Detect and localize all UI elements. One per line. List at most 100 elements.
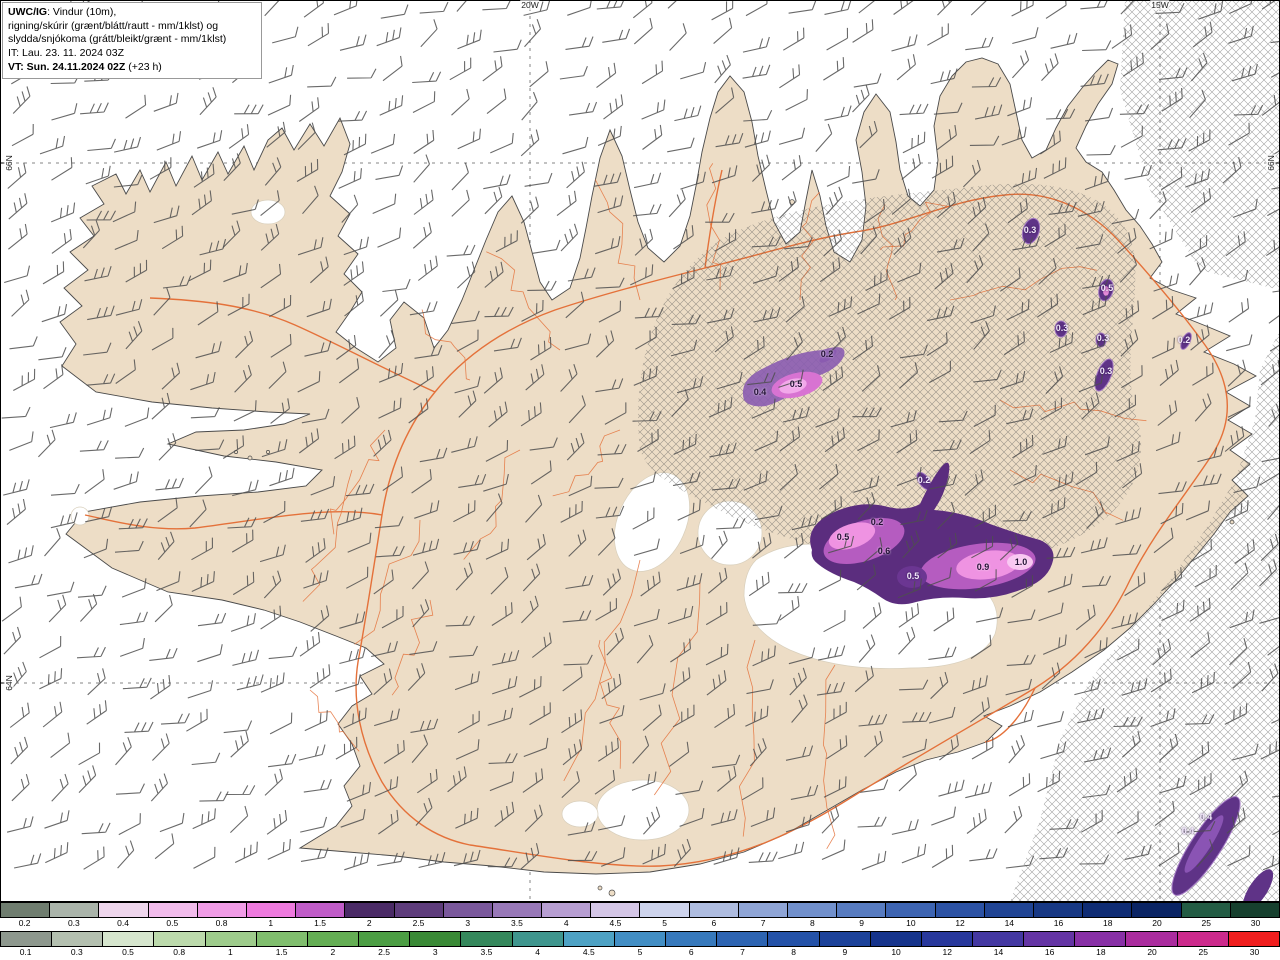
legend-swatch bbox=[984, 903, 1034, 917]
legend-swatch bbox=[666, 932, 718, 946]
legend-tick-label: 25 bbox=[1198, 947, 1208, 957]
legend-tick-label: 2.5 bbox=[412, 918, 425, 928]
precip-value-label: 0.5 bbox=[789, 379, 803, 389]
legend-tick-label: 1.5 bbox=[275, 947, 288, 957]
legend-swatch bbox=[788, 903, 838, 917]
precip-value-label: 0.5 bbox=[1100, 283, 1114, 293]
legend-swatch bbox=[591, 903, 641, 917]
legend-tick-label: 20 bbox=[1152, 918, 1162, 928]
legend-swatch bbox=[1126, 932, 1178, 946]
legend-swatch bbox=[1228, 932, 1279, 946]
legend-tick-label: 0.1 bbox=[19, 947, 32, 957]
title-line-3: slydda/snjókoma (grátt/bleikt/grænt - mm… bbox=[8, 33, 227, 46]
legend-swatch bbox=[768, 932, 820, 946]
legend-tick-label: 8 bbox=[810, 918, 815, 928]
legend-swatch bbox=[307, 932, 360, 946]
precip-value-label: 0.4 bbox=[1199, 812, 1213, 822]
legend-tick-label: 16 bbox=[1053, 918, 1064, 928]
precip-value-label: 0.5 bbox=[906, 571, 920, 581]
legend-swatch bbox=[52, 932, 104, 946]
legend-tick-label: 5 bbox=[662, 918, 668, 928]
precip-value-label: 1.0 bbox=[1014, 557, 1028, 567]
legend-tick-label: 30 bbox=[1250, 918, 1261, 928]
legend-tick-label: 1.5 bbox=[314, 918, 326, 928]
legend-tick-label: 18 bbox=[1103, 918, 1113, 928]
product-id: UWC/IG bbox=[8, 6, 48, 18]
legend-tick-label: 6 bbox=[688, 947, 694, 957]
glacier-drangajokull bbox=[250, 199, 286, 225]
legend-swatch bbox=[1033, 903, 1084, 917]
legend-swatch bbox=[345, 903, 395, 917]
legend-tick-label: 4 bbox=[535, 947, 540, 957]
legend-tick-label: 3 bbox=[432, 947, 438, 957]
precip-value-label: 0.5 bbox=[836, 532, 850, 542]
legend-tick-label: 5 bbox=[637, 947, 643, 957]
weather-chart-page: 20W 15W 66N 64N 66N 0.3 0.5 0.3 0.3 0.2 0.3 0.2 0.5… bbox=[0, 0, 1280, 960]
legend-swatch bbox=[972, 932, 1025, 946]
legend-swatch bbox=[461, 932, 513, 946]
precip-value-label: 0.2 bbox=[820, 349, 834, 359]
legend-tick-label: 18 bbox=[1096, 947, 1106, 957]
legend-tick-label: 12 bbox=[955, 918, 965, 928]
legend-swatch bbox=[1083, 903, 1133, 917]
legend-swatch bbox=[738, 903, 788, 917]
precip-value-label: 0.2 bbox=[870, 517, 884, 527]
legend-tick-label: 10 bbox=[891, 947, 901, 957]
legend-swatch bbox=[563, 932, 615, 946]
legend-tick-label: 0.5 bbox=[166, 918, 179, 928]
precip-value-label: 0.3 bbox=[1023, 225, 1037, 235]
precip-value-label: 0.9 bbox=[976, 562, 990, 572]
legend-swatch bbox=[837, 903, 887, 917]
iceland-weather-map bbox=[0, 0, 1280, 902]
legend-tick-label: 0.8 bbox=[173, 947, 186, 957]
precip-value-label: 0.4 bbox=[753, 387, 767, 397]
legend-swatch bbox=[1, 903, 51, 917]
title-line-1: UWC/IG: Vindur (10m), bbox=[8, 6, 117, 18]
legend-swatch bbox=[1230, 903, 1279, 917]
legend-swatch bbox=[359, 932, 411, 946]
legend-tick-label: 2 bbox=[366, 918, 372, 928]
legend-swatch bbox=[246, 903, 297, 917]
legend-tick-label: 4.5 bbox=[582, 947, 595, 957]
precip-value-label: 0.3 bbox=[1055, 323, 1069, 333]
legend-swatch bbox=[197, 903, 247, 917]
precip-legend: 0.2 0.3 0.4 0.5 0.8 1 1.5 2 2.5 3 3.5 4 4.5 5 6 7 8 9 10 12… bbox=[0, 902, 1280, 960]
lon-label: 20W bbox=[520, 0, 540, 10]
legend-swatch bbox=[410, 932, 462, 946]
precip-value-label: 0.4 bbox=[1181, 826, 1195, 836]
precip-value-label: 0.3 bbox=[1099, 366, 1113, 376]
legend-swatch bbox=[443, 903, 493, 917]
legend-tick-label: 14 bbox=[993, 947, 1004, 957]
legend-swatch bbox=[103, 932, 155, 946]
legend-swatch bbox=[1, 932, 53, 946]
legend-tick-label: 4.5 bbox=[609, 918, 622, 928]
legend-tick-label: 14 bbox=[1004, 918, 1015, 928]
legend-tick-label: 7 bbox=[760, 918, 766, 928]
legend-swatch bbox=[921, 932, 973, 946]
legend-tick-label: 25 bbox=[1201, 918, 1211, 928]
precip-value-label: 0.3 bbox=[1096, 333, 1110, 343]
legend-tick-label: 16 bbox=[1044, 947, 1055, 957]
legend-tick-label: 2.5 bbox=[378, 947, 390, 957]
precip-value-label: 0.6 bbox=[877, 546, 891, 556]
legend-row-rain-scale: 0.1 0.3 0.5 0.8 1 1.5 2 2.5 3 3.5 4 4.5 5 6 7 8 9 10 12 14 1… bbox=[0, 931, 1280, 960]
legend-swatch bbox=[1132, 903, 1182, 917]
legend-tick-label: 0.3 bbox=[70, 947, 83, 957]
legend-swatch bbox=[154, 932, 206, 946]
legend-tick-label: 0.8 bbox=[215, 918, 228, 928]
title-line-2: rigning/skúrir (grænt/blátt/rautt - mm/1… bbox=[8, 19, 219, 32]
legend-tick-label: 0.5 bbox=[122, 947, 134, 957]
legend-tick-label: 0.4 bbox=[117, 918, 129, 928]
legend-tick-label: 3 bbox=[465, 918, 471, 928]
legend-tick-label: 0.2 bbox=[18, 918, 31, 928]
legend-swatch bbox=[614, 932, 667, 946]
legend-tick-label: 30 bbox=[1249, 947, 1260, 957]
legend-swatch bbox=[296, 903, 346, 917]
lat-label: 66N bbox=[1266, 154, 1277, 172]
chart-title-box: UWC/IG: Vindur (10m), rigning/skúrir (gr… bbox=[2, 2, 262, 80]
legend-swatch bbox=[870, 932, 922, 946]
precip-value-label: 0.2 bbox=[1177, 335, 1191, 345]
legend-swatch bbox=[689, 903, 739, 917]
legend-tick-label: 6 bbox=[711, 918, 717, 928]
legend-swatch bbox=[1177, 932, 1229, 946]
